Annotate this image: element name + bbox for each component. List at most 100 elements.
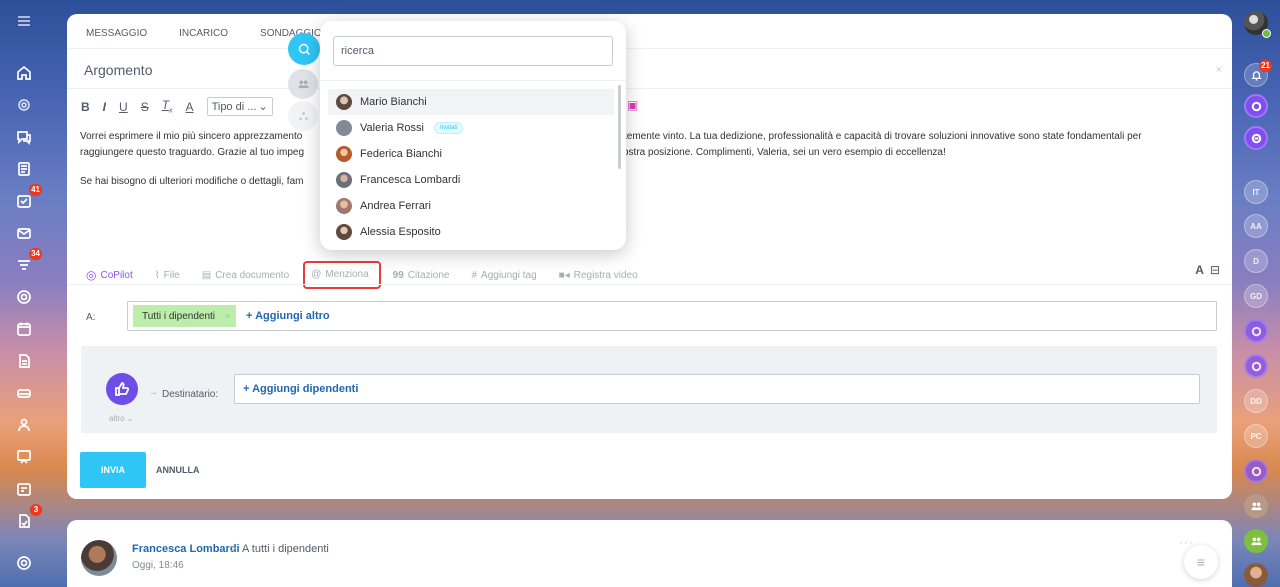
chat-avatar-aa[interactable]: AA xyxy=(1244,214,1268,238)
sign-icon[interactable]: 3 xyxy=(13,504,42,532)
home-icon[interactable] xyxy=(13,62,35,84)
remove-chip-icon[interactable]: × xyxy=(225,311,230,321)
mention-label: Menziona xyxy=(325,269,369,280)
documents-icon[interactable] xyxy=(13,350,35,372)
composer-tabs: MESSAGGIO INCARICO SONDAGGIO xyxy=(86,28,322,39)
add-more-link[interactable]: + Aggiungi altro xyxy=(246,310,330,322)
underline-icon[interactable]: U xyxy=(119,100,128,114)
calendar-icon[interactable] xyxy=(13,318,35,340)
crm-icon[interactable]: 34 xyxy=(13,248,42,276)
recipients-field[interactable]: Tutti i dipendenti × + Aggiungi altro xyxy=(127,301,1217,331)
person-item[interactable]: Alessia Esposito xyxy=(328,219,614,245)
person-item[interactable]: Valeria Rossi Invitati xyxy=(328,115,614,141)
copilot-chat-1-icon[interactable] xyxy=(1244,319,1268,343)
mention-popup: Mario Bianchi Valeria Rossi Invitati Fed… xyxy=(320,21,626,250)
record-video-button[interactable]: ■◂ Registra video xyxy=(559,270,638,281)
add-tag-label: Aggiungi tag xyxy=(481,269,537,281)
text-color-icon[interactable]: A xyxy=(186,100,194,114)
drive-icon[interactable] xyxy=(13,382,35,404)
post-audience: A tutti i dipendenti xyxy=(242,543,329,555)
avatar xyxy=(336,172,352,188)
settings-icon[interactable] xyxy=(13,552,35,574)
groups-tab-icon[interactable] xyxy=(288,101,318,131)
recent-tab-icon[interactable] xyxy=(288,33,320,65)
altro-select[interactable]: altro ⌄ xyxy=(109,414,134,423)
avatar xyxy=(336,146,352,162)
clear-format-icon[interactable]: Tx xyxy=(162,98,173,114)
recipient-chip[interactable]: Tutti i dipendenti × xyxy=(133,305,237,327)
group-chat-icon[interactable] xyxy=(1244,494,1268,518)
add-employees-link[interactable]: + Aggiungi dipendenti xyxy=(243,383,358,395)
ai-search-icon[interactable] xyxy=(1244,126,1268,150)
automation-icon[interactable] xyxy=(13,286,35,308)
person-item[interactable]: Francesca Lombardi xyxy=(328,167,614,193)
copilot-button[interactable]: ◎ CoPilot xyxy=(86,268,133,282)
person-item[interactable]: Federica Bianchi xyxy=(328,141,614,167)
chevron-right-icon: > xyxy=(230,543,237,555)
boards-icon[interactable] xyxy=(13,446,35,468)
strikethrough-icon[interactable]: S xyxy=(141,100,149,114)
chat-avatar-dd[interactable]: DD xyxy=(1244,389,1268,413)
send-button[interactable]: INVIA xyxy=(80,452,146,488)
feed-post: Francesca Lombardi > A tutti i dipendent… xyxy=(67,520,1232,587)
avatar[interactable] xyxy=(81,540,117,576)
cancel-button[interactable]: ANNULLA xyxy=(156,465,200,475)
file-button[interactable]: ⌇ File xyxy=(155,270,180,281)
menu-icon[interactable] xyxy=(13,10,35,32)
close-subject-icon[interactable]: × xyxy=(1216,64,1222,76)
groups-icon[interactable] xyxy=(13,414,35,436)
divider xyxy=(67,48,1232,49)
thumbs-up-icon[interactable] xyxy=(106,373,138,405)
copilot-chat-icon[interactable] xyxy=(1244,94,1268,118)
person-name: Federica Bianchi xyxy=(360,148,442,160)
file-label: File xyxy=(163,269,180,281)
chat-avatar-d[interactable]: D xyxy=(1244,249,1268,273)
record-video-label: Registra video xyxy=(573,269,638,281)
tasks-icon[interactable]: 41 xyxy=(13,184,42,212)
person-item[interactable]: Andrea Ferrari xyxy=(328,193,614,219)
video-icon: ■◂ xyxy=(558,269,570,281)
copilot-icon[interactable] xyxy=(13,94,35,116)
avatar xyxy=(336,94,352,110)
subject-field[interactable]: Argomento xyxy=(84,62,152,78)
image-icon[interactable]: ▣ xyxy=(627,98,638,112)
chat-icon[interactable] xyxy=(13,126,35,148)
mail-icon[interactable] xyxy=(13,222,35,244)
chevron-down-icon: ⌄ xyxy=(126,414,134,423)
copilot-label: CoPilot xyxy=(100,269,133,281)
font-toggle-button[interactable]: A xyxy=(1195,263,1204,277)
scrollbar[interactable] xyxy=(618,85,621,169)
chat-avatar-pc[interactable]: PC xyxy=(1244,424,1268,448)
group-chat-2-icon[interactable] xyxy=(1244,529,1268,553)
add-tag-button[interactable]: # Aggiungi tag xyxy=(471,270,536,281)
quote-button[interactable]: 99 Citazione xyxy=(393,270,450,281)
booking-icon[interactable] xyxy=(13,478,35,500)
copilot-chat-3-icon[interactable] xyxy=(1244,459,1268,483)
italic-icon[interactable]: I xyxy=(103,100,106,114)
chat-avatar-gd[interactable]: GD xyxy=(1244,284,1268,308)
bold-icon[interactable]: B xyxy=(81,100,90,114)
person-item[interactable]: Mario Bianchi xyxy=(328,89,614,115)
avatar xyxy=(336,224,352,240)
copilot-icon: ◎ xyxy=(86,268,97,282)
chevron-down-icon: ⌄ xyxy=(258,101,268,113)
chat-avatar-it[interactable]: IT xyxy=(1244,180,1268,204)
crm-badge: 34 xyxy=(29,248,42,260)
news-icon[interactable] xyxy=(13,158,35,180)
notifications-icon[interactable]: 21 xyxy=(1244,60,1272,87)
contact-avatar[interactable] xyxy=(1244,563,1268,587)
tab-incarico[interactable]: INCARICO xyxy=(179,28,228,39)
mention-search-input[interactable] xyxy=(333,36,613,66)
format-type-select[interactable]: Tipo di ... ⌄ xyxy=(206,97,273,116)
online-indicator xyxy=(1262,29,1271,38)
panel-toggle-icon[interactable]: ⊟ xyxy=(1210,263,1220,277)
recipient-field[interactable]: + Aggiungi dipendenti xyxy=(234,374,1200,404)
create-document-button[interactable]: ▤ Crea documento xyxy=(202,270,289,281)
menu-icon[interactable]: ≡ xyxy=(1184,545,1218,579)
copilot-chat-2-icon[interactable] xyxy=(1244,354,1268,378)
post-author[interactable]: Francesca Lombardi xyxy=(132,543,240,555)
post-time: Oggi, 18:46 xyxy=(132,560,184,571)
tab-messaggio[interactable]: MESSAGGIO xyxy=(86,28,147,39)
person-name: Andrea Ferrari xyxy=(360,200,431,212)
employees-tab-icon[interactable] xyxy=(288,69,318,99)
